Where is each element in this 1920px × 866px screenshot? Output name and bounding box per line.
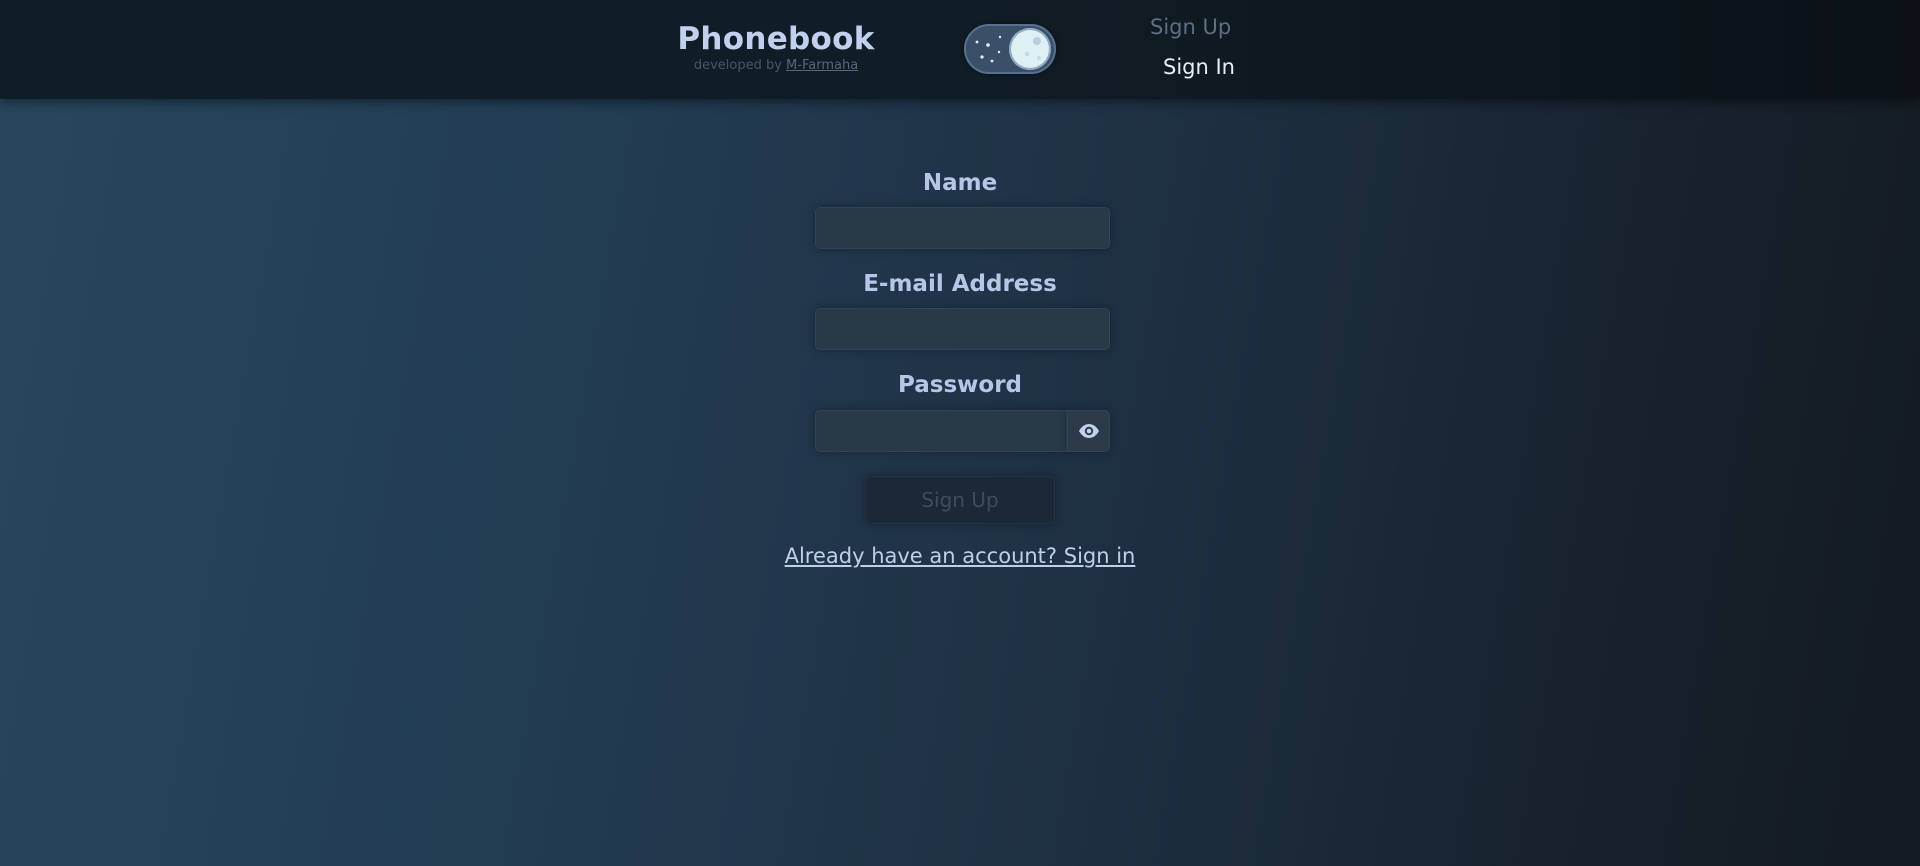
email-label: E-mail Address (863, 271, 1057, 297)
name-label: Name (922, 170, 998, 196)
nav-sign-in-link[interactable]: Sign In (1163, 55, 1235, 79)
toggle-password-visibility-button[interactable] (1067, 410, 1110, 452)
email-input[interactable] (815, 308, 1110, 350)
sign-up-submit-button[interactable]: Sign Up (865, 476, 1055, 524)
moon-icon (1009, 28, 1051, 70)
app-header: Phonebook developed by M-Farmaha Sign Up… (0, 0, 1920, 99)
brand-title: Phonebook (677, 21, 875, 57)
developer-link[interactable]: M-Farmaha (786, 58, 858, 73)
sign-in-link[interactable]: Already have an account? Sign in (700, 544, 1220, 568)
eye-icon (1078, 424, 1099, 438)
name-input[interactable] (815, 207, 1110, 249)
brand-subtitle: developed by M-Farmaha (676, 58, 876, 74)
brand: Phonebook developed by M-Farmaha (676, 20, 876, 74)
nav-sign-up-link[interactable]: Sign Up (1150, 15, 1231, 39)
brand-subtitle-prefix: developed by (693, 58, 787, 73)
theme-toggle[interactable] (964, 24, 1056, 74)
password-label: Password (898, 372, 1022, 398)
password-input[interactable] (815, 410, 1067, 452)
